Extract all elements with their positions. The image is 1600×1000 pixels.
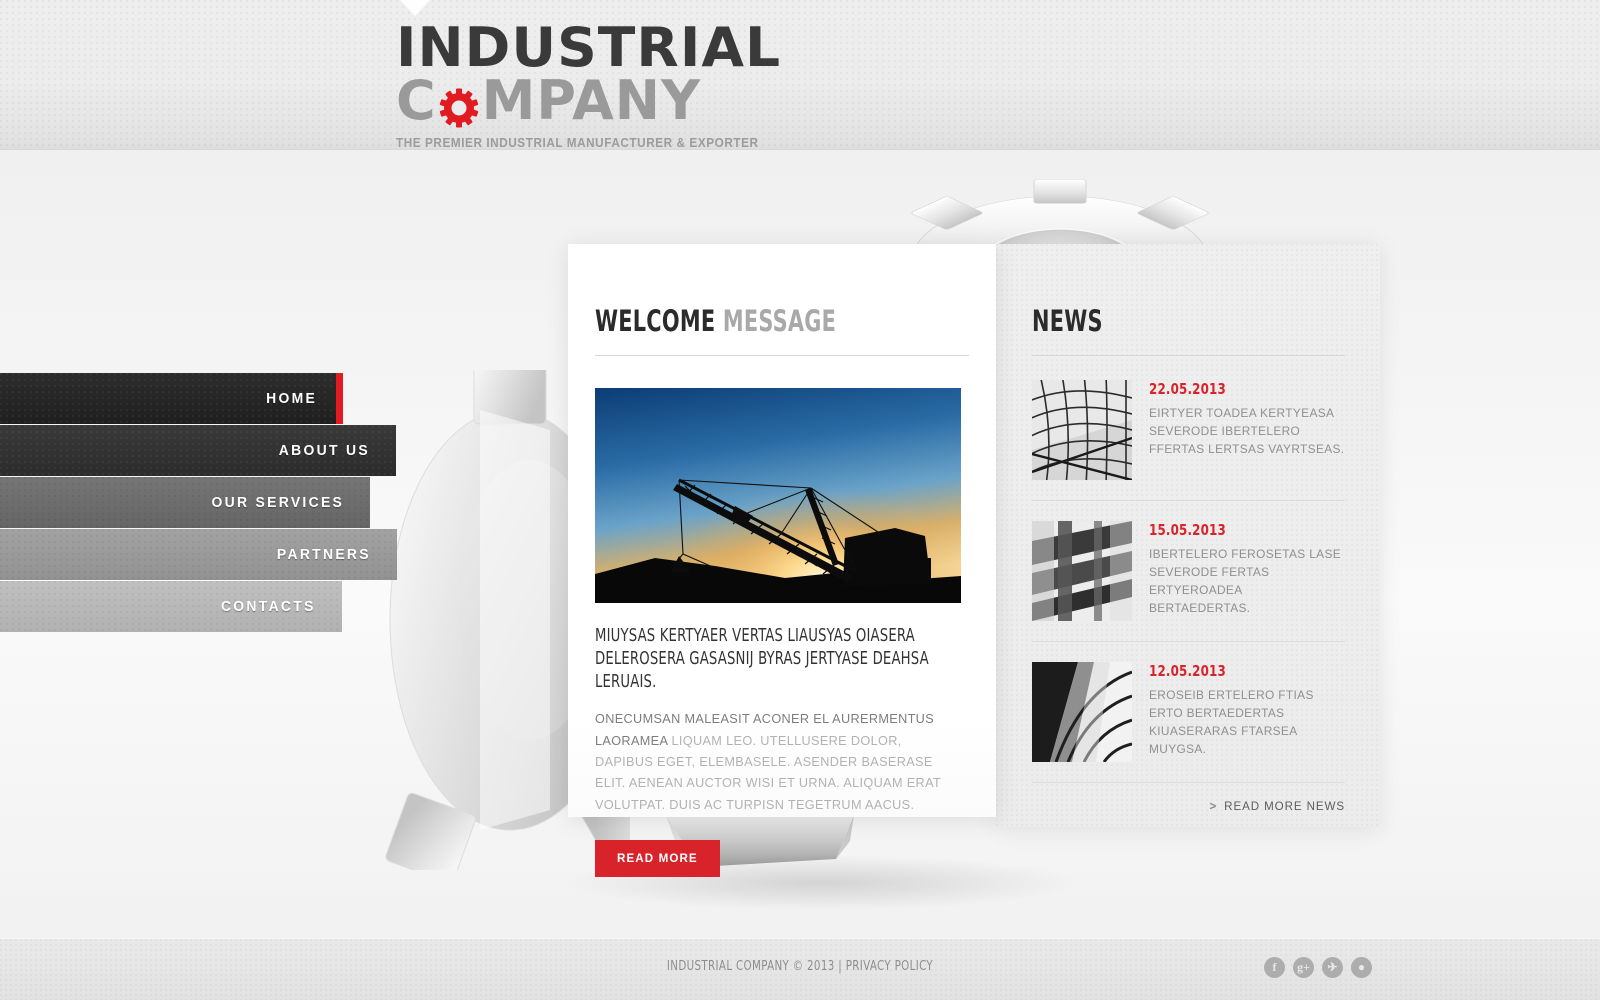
twitter-icon[interactable]: ✈ xyxy=(1322,957,1343,978)
nav-label: ABOUT US xyxy=(278,442,370,459)
news-footer: > READ MORE NEWS xyxy=(1032,782,1345,815)
site-footer: INDUSTRIAL COMPANY © 2013 | PRIVACY POLI… xyxy=(0,938,1600,1000)
logo-line-industrial: INDUSTRIAL xyxy=(396,16,782,79)
nav-label: PARTNERS xyxy=(277,546,371,563)
news-item[interactable]: 12.05.2013 EROSEIB ERTELERO FTIAS ERTO B… xyxy=(1032,641,1345,782)
welcome-divider xyxy=(595,355,969,356)
header-notch xyxy=(400,0,430,16)
read-more-news-label: READ MORE NEWS xyxy=(1224,800,1345,813)
page-root: INDUSTRIAL C MPANY THE PREMIER INDUSTRIA… xyxy=(0,0,1600,1000)
welcome-heading-dark: WELCOME xyxy=(595,304,716,338)
news-heading-text: NEWS xyxy=(1032,304,1103,338)
news-body: 22.05.2013 EIRTYER TOADEA KERTYEASA SEVE… xyxy=(1149,380,1345,480)
news-date: 15.05.2013 xyxy=(1149,521,1226,539)
news-text: EROSEIB ERTELERO FTIAS ERTO BERTAEDERTAS… xyxy=(1149,688,1314,757)
welcome-heading-light: MESSAGE xyxy=(722,304,837,338)
nav-item-our-services[interactable]: OUR SERVICES xyxy=(0,477,370,528)
logo-tagline: THE PREMIER INDUSTRIAL MANUFACTURER & EX… xyxy=(396,135,759,150)
nav-active-accent xyxy=(325,373,343,424)
news-list: 22.05.2013 EIRTYER TOADEA KERTYEASA SEVE… xyxy=(1032,380,1345,782)
news-body: 12.05.2013 EROSEIB ERTELERO FTIAS ERTO B… xyxy=(1149,662,1345,762)
nav-label: HOME xyxy=(266,390,317,407)
google-plus-icon[interactable]: g+ xyxy=(1293,957,1314,978)
nav-item-about-us[interactable]: ABOUT US xyxy=(0,425,396,476)
news-text: IBERTELERO FEROSETAS LASE SEVERODE FERTA… xyxy=(1149,547,1342,616)
news-heading: NEWS xyxy=(1032,304,1282,338)
site-header: INDUSTRIAL C MPANY THE PREMIER INDUSTRIA… xyxy=(0,0,1600,150)
social-links: f g+ ✈ ● xyxy=(1264,957,1372,978)
news-item[interactable]: 22.05.2013 EIRTYER TOADEA KERTYEASA SEVE… xyxy=(1032,380,1345,500)
facebook-icon[interactable]: f xyxy=(1264,957,1285,978)
welcome-panel: WELCOME MESSAGE MIUYSAS KERTYAER VERTAS … xyxy=(568,244,996,877)
news-thumbnail[interactable] xyxy=(1032,521,1132,621)
chevron-right-icon: > xyxy=(1209,800,1218,813)
footer-separator: | xyxy=(838,959,843,974)
logo-company-post: MPANY xyxy=(481,69,702,133)
welcome-hero-image xyxy=(595,388,961,603)
news-text: EIRTYER TOADEA KERTYEASA SEVERODE IBERTE… xyxy=(1149,406,1345,457)
nav-item-partners[interactable]: PARTNERS xyxy=(0,529,397,580)
dribbble-icon[interactable]: ● xyxy=(1351,957,1372,978)
read-more-button[interactable]: READ MORE xyxy=(595,839,720,877)
nav-label: CONTACTS xyxy=(221,598,316,615)
footer-copyright: INDUSTRIAL COMPANY © 2013 xyxy=(666,959,835,974)
logo-company-pre: C xyxy=(396,69,437,133)
welcome-heading: WELCOME MESSAGE xyxy=(595,304,894,338)
welcome-lead-text: MIUYSAS KERTYAER VERTAS LIAUSYAS OIASERA… xyxy=(595,626,929,692)
news-date: 12.05.2013 xyxy=(1149,662,1226,680)
site-logo[interactable]: INDUSTRIAL C MPANY THE PREMIER INDUSTRIA… xyxy=(396,20,1016,150)
nav-item-contacts[interactable]: CONTACTS xyxy=(0,581,342,632)
welcome-paragraph: ONECUMSAN MALEASIT ACONER EL AURERMENTUS… xyxy=(595,709,953,816)
logo-line-company: C MPANY xyxy=(396,73,1016,130)
news-thumbnail[interactable] xyxy=(1032,662,1132,762)
gear-icon xyxy=(439,82,479,128)
nav-label: OUR SERVICES xyxy=(211,494,344,511)
news-thumbnail[interactable] xyxy=(1032,380,1132,480)
news-panel: NEWS 22.05.2013 EIRTYER TOADEA KERTYEASA… xyxy=(996,244,1380,827)
news-date: 22.05.2013 xyxy=(1149,380,1226,398)
privacy-policy-link[interactable]: PRIVACY POLICY xyxy=(846,959,933,974)
read-more-news-link[interactable]: > READ MORE NEWS xyxy=(1210,800,1346,813)
main-navigation: HOME ABOUT US OUR SERVICES PARTNERS CONT… xyxy=(0,373,420,633)
news-divider xyxy=(1032,355,1345,356)
news-body: 15.05.2013 IBERTELERO FEROSETAS LASE SEV… xyxy=(1149,521,1345,621)
news-item[interactable]: 15.05.2013 IBERTELERO FEROSETAS LASE SEV… xyxy=(1032,500,1345,641)
nav-item-home[interactable]: HOME xyxy=(0,373,343,424)
